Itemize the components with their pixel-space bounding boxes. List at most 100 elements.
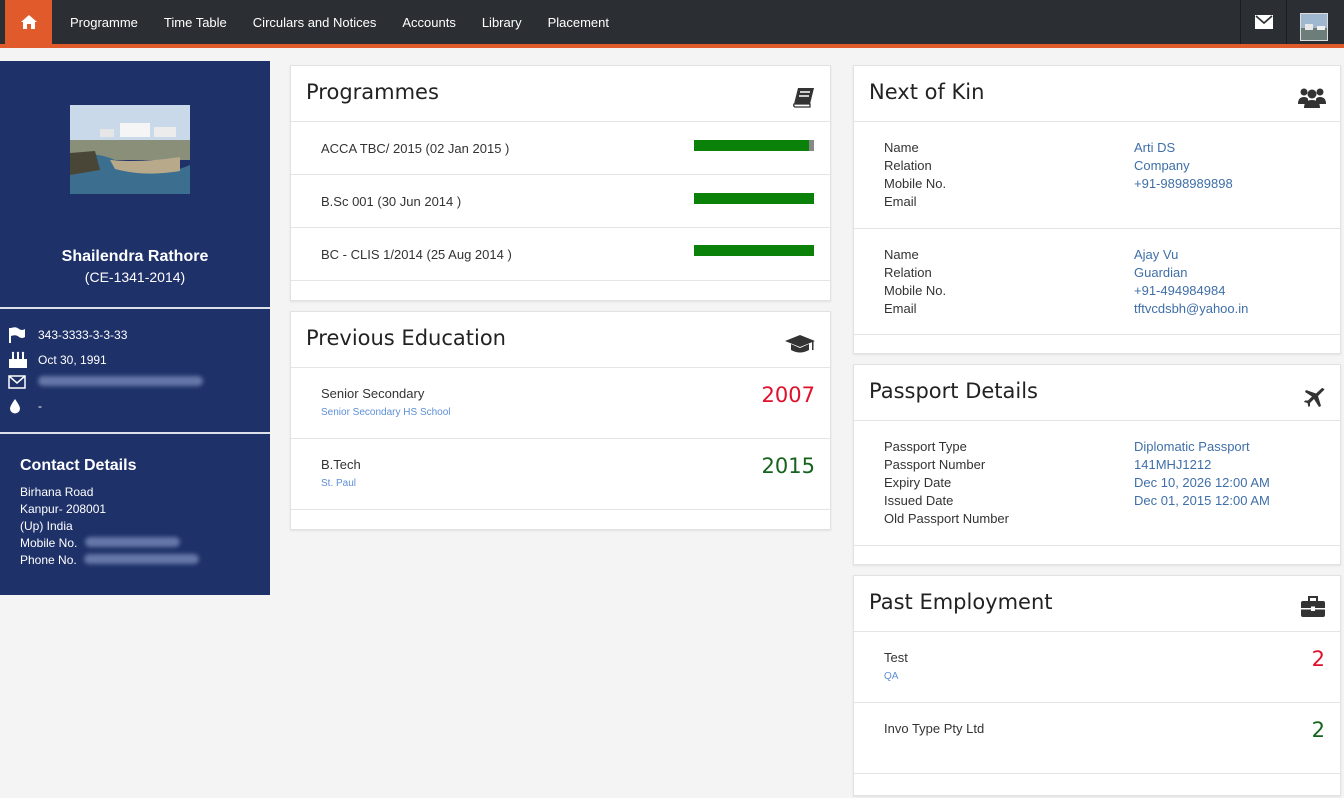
employment-years: 2 — [1311, 718, 1325, 742]
nav-programme[interactable]: Programme — [57, 15, 151, 30]
education-degree: Senior Secondary — [321, 386, 425, 401]
divider — [0, 307, 270, 309]
profile-header: Shailendra Rathore (CE-1341-2014) — [0, 61, 270, 307]
kin-labels: Name Relation Mobile No. Email — [884, 139, 946, 211]
messages-button[interactable] — [1242, 0, 1286, 44]
user-avatar[interactable] — [1300, 13, 1328, 41]
home-button[interactable] — [5, 0, 52, 44]
users-icon — [1298, 86, 1326, 113]
passport-details-card: Passport Details Passport Type Passport … — [853, 364, 1341, 565]
plane-icon — [1304, 387, 1326, 414]
programme-label: BC - CLIS 1/2014 (25 Aug 2014 ) — [321, 247, 512, 262]
mobile-label: Mobile No. — [20, 536, 78, 550]
envelope-icon — [8, 375, 30, 389]
progress-fill — [694, 140, 810, 151]
label-relation: Relation — [884, 265, 932, 280]
past-employment-card: Past Employment Test QA 2 Invo Type Pty … — [853, 575, 1341, 796]
card-header: Past Employment — [854, 576, 1340, 632]
address-line: Kanpur- 208001 — [20, 502, 107, 516]
kin-mobile: +91-9898989898 — [1134, 176, 1233, 191]
graduation-cap-icon — [784, 334, 816, 361]
kin-mobile: +91-494984984 — [1134, 283, 1226, 298]
label-mobile: Mobile No. — [884, 283, 947, 298]
programme-row[interactable]: ACCA TBC/ 2015 (02 Jan 2015 ) — [291, 122, 830, 175]
programme-row[interactable]: BC - CLIS 1/2014 (25 Aug 2014 ) — [291, 228, 830, 281]
employment-years: 2 — [1311, 647, 1325, 671]
card-header: Programmes — [291, 66, 830, 122]
programme-label: ACCA TBC/ 2015 (02 Jan 2015 ) — [321, 141, 510, 156]
nav-accounts[interactable]: Accounts — [389, 15, 468, 30]
card-header: Passport Details — [854, 365, 1340, 421]
passport-labels: Passport Type Passport Number Expiry Dat… — [884, 438, 1009, 528]
education-school[interactable]: Senior Secondary HS School — [321, 407, 451, 418]
label-passport-type: Passport Type — [884, 439, 967, 454]
label-passport-number: Passport Number — [884, 457, 986, 472]
nav-circulars[interactable]: Circulars and Notices — [240, 15, 390, 30]
progress-bar — [694, 245, 814, 256]
dob-value: Oct 30, 1991 — [38, 353, 107, 367]
mobile-redacted — [84, 537, 180, 547]
nav-placement[interactable]: Placement — [535, 15, 622, 30]
book-icon — [792, 86, 816, 113]
kin-name: Arti DS — [1134, 140, 1176, 155]
phone-value: 343-3333-3-3-33 — [38, 328, 128, 342]
employment-role[interactable]: QA — [884, 671, 898, 682]
nav-separator — [1286, 0, 1287, 44]
employment-company: Test — [884, 650, 908, 665]
nav-library[interactable]: Library — [469, 15, 535, 30]
education-school[interactable]: St. Paul — [321, 478, 356, 489]
progress-fill — [694, 245, 814, 256]
employment-row[interactable]: Test QA 2 — [854, 632, 1340, 703]
avatar-image — [1301, 14, 1327, 40]
programmes-title: Programmes — [306, 80, 439, 104]
blood-group-row: - — [8, 398, 42, 414]
divider — [0, 432, 270, 434]
nav-separator — [1240, 0, 1241, 44]
kin-title: Next of Kin — [869, 80, 985, 104]
nav-accent-stripe — [0, 44, 1344, 48]
passport-issued: Dec 01, 2015 12:00 AM — [1134, 493, 1270, 508]
education-row[interactable]: B.Tech St. Paul 2015 — [291, 439, 830, 510]
education-year: 2015 — [761, 454, 815, 478]
profile-sidebar: Shailendra Rathore (CE-1341-2014) 343-33… — [0, 61, 270, 595]
programmes-card: Programmes ACCA TBC/ 2015 (02 Jan 2015 )… — [290, 65, 831, 301]
progress-bar — [694, 140, 814, 151]
briefcase-icon — [1300, 596, 1326, 623]
profile-name: Shailendra Rathore — [61, 248, 209, 265]
mail-icon — [1255, 15, 1273, 29]
label-email: Email — [884, 194, 917, 209]
kin-values: Arti DS Company +91-9898989898 — [1134, 139, 1233, 193]
home-icon — [20, 15, 37, 29]
education-row[interactable]: Senior Secondary Senior Secondary HS Sch… — [291, 368, 830, 439]
progress-fill — [694, 193, 814, 204]
kin-email[interactable]: tftvcdsbh@yahoo.in — [1134, 300, 1248, 318]
previous-education-card: Previous Education Senior Secondary Seni… — [290, 311, 831, 530]
label-issued-date: Issued Date — [884, 493, 954, 508]
passport-body: Passport Type Passport Number Expiry Dat… — [854, 421, 1340, 546]
label-name: Name — [884, 247, 919, 262]
address-line: Birhana Road — [20, 485, 94, 499]
kin-entry: Name Relation Mobile No. Email Ajay Vu G… — [854, 229, 1340, 335]
kin-name: Ajay Vu — [1134, 247, 1179, 262]
dob-row: Oct 30, 1991 — [8, 351, 107, 369]
label-name: Name — [884, 140, 919, 155]
kin-entry: Name Relation Mobile No. Email Arti DS C… — [854, 122, 1340, 229]
label-email: Email — [884, 301, 917, 316]
top-navbar: Programme Time Table Circulars and Notic… — [0, 0, 1344, 44]
phone-redacted — [84, 554, 200, 564]
blood-group-value: - — [38, 399, 42, 413]
education-title: Previous Education — [306, 326, 506, 350]
profile-photo — [70, 105, 190, 194]
employment-row[interactable]: Invo Type Pty Ltd 2 — [854, 703, 1340, 774]
phone-line: Phone No. — [20, 553, 200, 567]
label-old-passport: Old Passport Number — [884, 511, 1009, 526]
kin-relation: Company — [1134, 158, 1190, 173]
nav-time-table[interactable]: Time Table — [151, 15, 240, 30]
flag-icon — [8, 327, 30, 343]
next-of-kin-card: Next of Kin Name Relation Mobile No. Ema… — [853, 65, 1341, 354]
progress-bar — [694, 193, 814, 204]
address-line: (Up) India — [20, 519, 73, 533]
label-expiry-date: Expiry Date — [884, 475, 952, 490]
programme-row[interactable]: B.Sc 001 (30 Jun 2014 ) — [291, 175, 830, 228]
passport-title: Passport Details — [869, 379, 1038, 403]
